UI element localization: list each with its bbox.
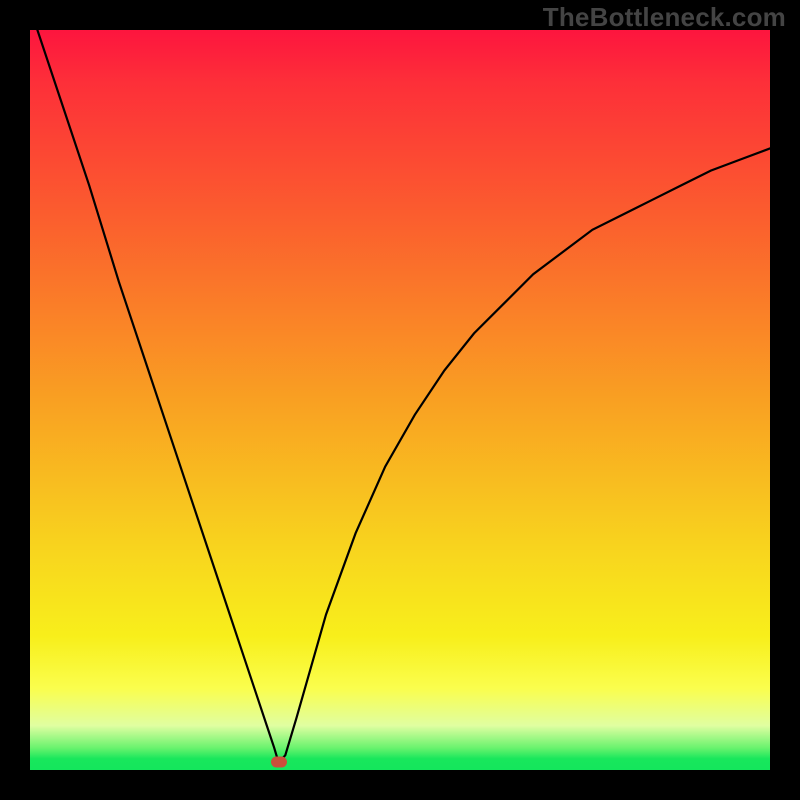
plot-area	[30, 30, 770, 770]
bottleneck-curve	[30, 30, 770, 770]
optimal-point-marker	[271, 757, 287, 768]
chart-frame: TheBottleneck.com	[0, 0, 800, 800]
watermark-text: TheBottleneck.com	[543, 2, 786, 33]
